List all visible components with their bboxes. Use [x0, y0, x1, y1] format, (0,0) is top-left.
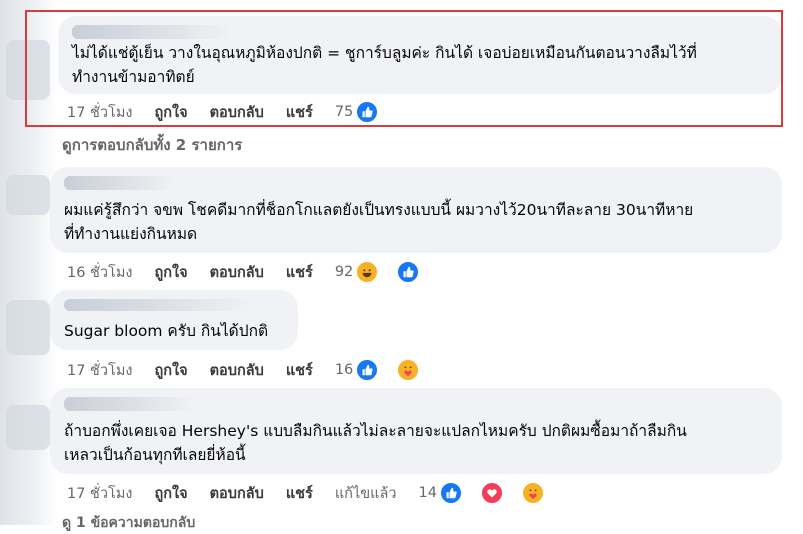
like-button[interactable]: ถูกใจ [154, 359, 187, 382]
care-reaction-icon [520, 481, 545, 505]
comment-text: ผมแค่รู้สึกว่า จขพ โชคดีมากที่ช็อกโกแลตย… [64, 201, 694, 243]
reaction-count[interactable]: 16 [335, 362, 353, 378]
view-more-replies-link[interactable]: ดู 1 ข้อความตอบกลับ [62, 512, 195, 534]
edited-label: แก้ไขแล้ว [334, 485, 397, 502]
comment-bubble: ผมแค่รู้สึกว่า จขพ โชคดีมากที่ช็อกโกแลตย… [50, 167, 782, 253]
comment-bubble: Sugar bloom ครับ กินได้ปกติ [50, 290, 298, 350]
reaction-count[interactable]: 14 [419, 485, 437, 501]
blurred-author-name [64, 299, 254, 311]
comment-time[interactable]: 16 ชั่วโมง [67, 261, 132, 284]
comment-time[interactable]: 17 ชั่วโมง [67, 359, 132, 382]
share-button[interactable]: แชร์ [286, 359, 313, 382]
reply-button[interactable]: ตอบกลับ [210, 359, 264, 382]
blurred-author-name [64, 176, 174, 190]
blurred-author-name [64, 397, 194, 411]
like-button[interactable]: ถูกใจ [154, 482, 187, 505]
like-reaction-icon [438, 481, 463, 505]
like-reaction-icon [396, 260, 421, 284]
reply-button[interactable]: ตอบกลับ [210, 261, 264, 284]
comment-time[interactable]: 17 ชั่วโมง [67, 482, 132, 505]
view-replies-link[interactable]: ดูการตอบกลับทั้ง 2 รายการ [62, 133, 242, 157]
like-reaction-icon [355, 358, 380, 382]
like-button[interactable]: ถูกใจ [154, 261, 187, 284]
reaction-icons[interactable] [438, 481, 567, 505]
reply-button[interactable]: ตอบกลับ [210, 482, 264, 505]
share-button[interactable]: แชร์ [286, 261, 313, 284]
care-reaction-icon [396, 358, 421, 382]
haha-reaction-icon [355, 260, 380, 284]
love-reaction-icon [479, 481, 504, 505]
comment-bubble: ถ้าบอกพึ่งเคยเจอ Hershey's แบบลืมกินแล้ว… [50, 388, 782, 474]
comment-actions: 17 ชั่วโมง ถูกใจ ตอบกลับ แชร์ 16 [67, 358, 442, 382]
comment-text: ถ้าบอกพึ่งเคยเจอ Hershey's แบบลืมกินแล้ว… [64, 422, 687, 464]
comment-text: Sugar bloom ครับ กินได้ปกติ [64, 322, 269, 340]
highlight-box [25, 10, 783, 127]
comment-actions: 16 ชั่วโมง ถูกใจ ตอบกลับ แชร์ 92 [67, 260, 442, 284]
reaction-icons[interactable] [355, 260, 442, 284]
reaction-count[interactable]: 92 [335, 264, 353, 280]
share-button[interactable]: แชร์ [286, 482, 313, 505]
comment-actions: 17 ชั่วโมง ถูกใจ ตอบกลับ แชร์ แก้ไขแล้ว … [67, 481, 567, 505]
reaction-icons[interactable] [355, 358, 442, 382]
